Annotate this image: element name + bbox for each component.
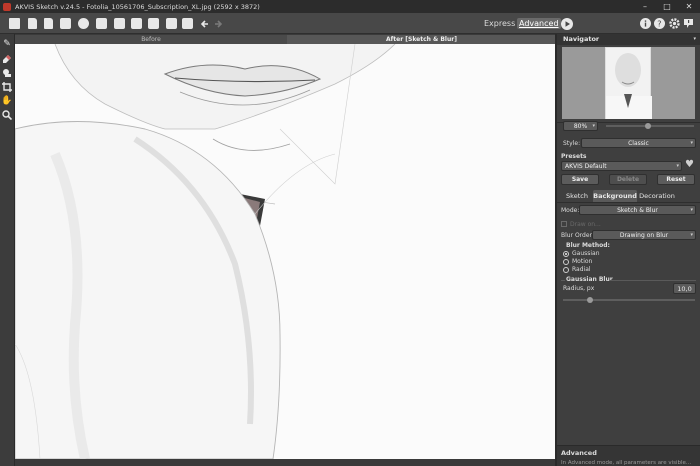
radius-slider-track[interactable]	[563, 299, 695, 301]
gear-icon[interactable]	[668, 17, 681, 30]
check-icon[interactable]	[165, 17, 178, 30]
radio-radial[interactable]	[563, 267, 569, 273]
zoom-select[interactable]: 80% ▾	[563, 121, 598, 131]
stamp-icon[interactable]	[1, 67, 13, 79]
hand-icon[interactable]: ✋	[1, 95, 13, 107]
preset-value: AKVIS Default	[565, 163, 607, 170]
mode-select[interactable]: Sketch & Blur ▾	[579, 205, 696, 215]
close-button[interactable]: ✕	[678, 0, 700, 13]
canvas-icon[interactable]	[130, 17, 143, 30]
minimize-button[interactable]: –	[634, 0, 656, 13]
mode-label: Mode:	[561, 207, 580, 214]
navigator-viewport[interactable]	[605, 47, 652, 119]
notifications-icon[interactable]	[682, 17, 695, 30]
app-logo-icon	[3, 2, 11, 11]
eraser-icon[interactable]	[1, 53, 13, 65]
crop-icon[interactable]	[1, 81, 13, 93]
draw-on-checkbox[interactable]	[561, 221, 567, 227]
save-preset-button[interactable]: Save	[561, 174, 599, 185]
help-icon[interactable]: ?	[653, 17, 666, 30]
radial-option-label: Radial	[572, 266, 591, 273]
status-bar	[15, 459, 556, 466]
zoom-icon[interactable]	[1, 109, 13, 121]
radius-slider-knob[interactable]	[586, 297, 593, 303]
tab-before[interactable]: Before	[15, 35, 287, 44]
redo-arrow-icon[interactable]	[211, 17, 224, 30]
zoom-value: 80%	[573, 123, 588, 130]
title-bar: AKVIS Sketch v.24.5 - Fotolia_10561706_S…	[0, 0, 700, 13]
info-icon[interactable]	[639, 17, 652, 30]
advanced-mode-toggle[interactable]: Advanced	[517, 18, 561, 29]
style-select[interactable]: Classic ▾	[581, 138, 696, 148]
favorite-heart-icon[interactable]: ♥	[685, 159, 694, 170]
blur-order-label: Blur Order:	[561, 232, 594, 239]
settings-panel: Navigator ▾ 80% ▾ Style: Classic ▾ Presets…	[557, 34, 700, 466]
print-icon[interactable]	[59, 17, 72, 30]
main-toolbar: Express Advanced ?	[0, 13, 700, 34]
mode-value: Sketch & Blur	[617, 207, 658, 214]
style-value: Classic	[628, 140, 649, 147]
radio-gaussian[interactable]	[563, 251, 569, 257]
gaussian-option-label: Gaussian	[572, 250, 600, 257]
delete-preset-button[interactable]: Delete	[609, 174, 647, 185]
view-tabs: Before After [Sketch & Blur]	[15, 35, 556, 44]
blur-order-value: Drawing on Blur	[619, 232, 669, 239]
tools-sidebar: ✎ ✋	[0, 34, 15, 466]
draw-on-label: Draw on...	[570, 221, 601, 228]
run-play-icon[interactable]	[560, 17, 573, 30]
advanced-hint: In Advanced mode, all parameters are vis…	[561, 460, 692, 466]
navigator-collapse-icon[interactable]: ▾	[693, 36, 696, 42]
navigator-header: Navigator	[557, 34, 700, 45]
preferences-icon[interactable]	[113, 17, 126, 30]
tab-sketch[interactable]: Sketch	[561, 190, 593, 202]
sketch-image	[15, 44, 555, 459]
radius-label: Radius, px	[563, 285, 595, 292]
style-label: Style:	[563, 140, 581, 147]
navigator-preview[interactable]	[562, 47, 695, 119]
blur-method-label: Blur Method:	[566, 242, 610, 249]
batch-icon[interactable]	[95, 17, 108, 30]
blur-order-select[interactable]: Drawing on Blur ▾	[592, 230, 696, 240]
pencil-icon[interactable]: ✎	[1, 38, 13, 50]
window-title: AKVIS Sketch v.24.5 - Fotolia_10561706_S…	[15, 2, 260, 11]
apply-icon[interactable]	[147, 17, 160, 30]
advanced-panel: Advanced In Advanced mode, all parameter…	[557, 445, 700, 466]
home-icon[interactable]	[8, 17, 21, 30]
image-canvas[interactable]	[15, 44, 555, 459]
save-file-icon[interactable]	[42, 17, 55, 30]
tab-background[interactable]: Background	[593, 190, 637, 202]
express-mode-toggle[interactable]: Express	[484, 19, 515, 28]
gaussian-blur-group-label: Gaussian Blur	[566, 276, 613, 283]
tab-after[interactable]: After [Sketch & Blur]	[287, 35, 556, 44]
share-cloud-icon[interactable]	[77, 17, 90, 30]
advanced-title: Advanced	[561, 449, 597, 457]
radio-motion[interactable]	[563, 259, 569, 265]
maximize-button[interactable]: □	[656, 0, 678, 13]
open-file-icon[interactable]	[26, 17, 39, 30]
zoom-slider-knob[interactable]	[645, 123, 651, 129]
svg-text:?: ?	[657, 20, 661, 29]
undo-arrow-icon[interactable]	[198, 17, 211, 30]
tab-decoration[interactable]: Decoration	[637, 190, 677, 202]
presets-label: Presets	[561, 153, 587, 160]
motion-option-label: Motion	[572, 258, 593, 265]
preset-select[interactable]: AKVIS Default ▾	[561, 161, 682, 171]
radius-value-field[interactable]: 10,0	[673, 283, 696, 294]
reset-preset-button[interactable]: Reset	[657, 174, 695, 185]
process-icon[interactable]	[181, 17, 194, 30]
